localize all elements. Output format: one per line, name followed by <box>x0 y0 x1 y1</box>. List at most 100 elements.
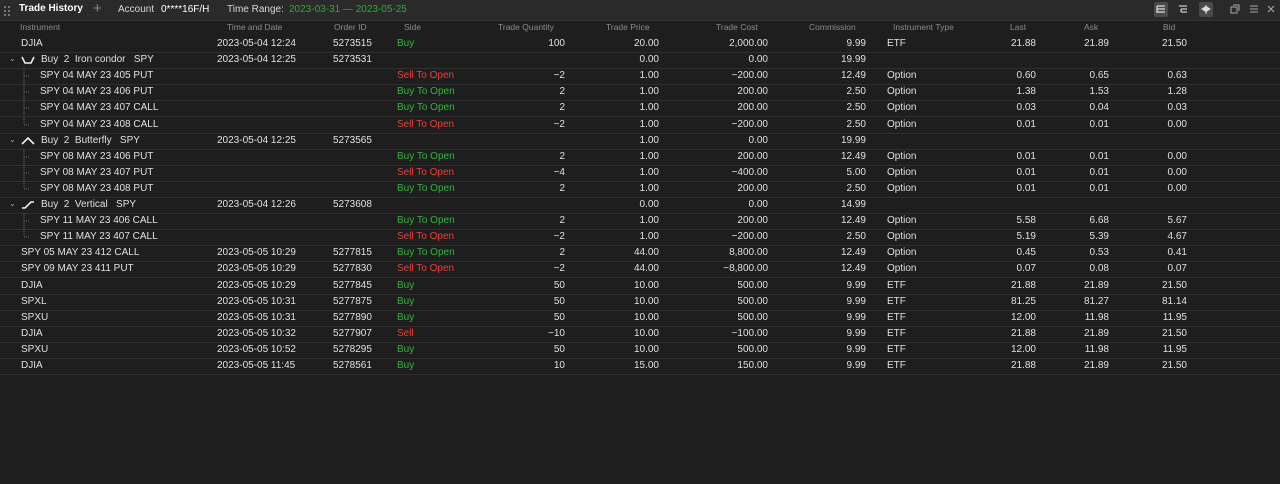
cell-type: Option <box>887 263 917 275</box>
cell-bid: 0.00 <box>1167 118 1187 130</box>
col-side[interactable]: Side <box>404 22 421 32</box>
close-icon[interactable] <box>1264 2 1278 17</box>
table-row[interactable]: SPXU 2023-05-05 10:52 5278295 Buy 50 10.00 500… <box>0 342 1280 359</box>
leg-row[interactable]: SPY 08 MAY 23 406 PUT Buy To Open 2 1.00 200… <box>0 148 1280 166</box>
table-row[interactable]: SPY 05 MAY 23 412 CALL 2023-05-05 10:29 52… <box>0 245 1280 263</box>
cell-bid: 81.14 <box>1161 295 1187 307</box>
cell-last: 0.45 <box>1016 247 1036 259</box>
cell-commission: 12.49 <box>840 70 866 82</box>
col-trade-price[interactable]: Trade Price <box>606 22 650 32</box>
cell-price: 20.00 <box>633 38 659 49</box>
cell-price: 10.00 <box>633 311 659 323</box>
cell-type: Option <box>887 86 917 98</box>
leg-row[interactable]: SPY 04 MAY 23 407 CALL Buy To Open 2 1.00 20… <box>0 100 1280 118</box>
column-header-row: Instrument Time and Date Order ID Side T… <box>0 21 1280 35</box>
tree-connector <box>23 213 30 230</box>
cell-order: 5277875 <box>333 295 372 307</box>
add-tab-icon[interactable]: + <box>93 0 102 18</box>
strategy-row[interactable]: Buy 2 Iron condor SPY ⌄ 2023-05-04 12:25 52… <box>0 52 1280 70</box>
col-instrument-type[interactable]: Instrument Type <box>893 22 954 32</box>
chevron-down-icon[interactable]: ⌄ <box>9 199 16 208</box>
panel-title[interactable]: Trade History <box>19 3 83 14</box>
col-time[interactable]: Time and Date <box>227 22 282 32</box>
cell-last: 0.60 <box>1016 70 1036 82</box>
chevron-down-icon[interactable]: ⌄ <box>9 54 16 63</box>
chevron-down-icon[interactable]: ⌄ <box>9 135 16 144</box>
col-trade-cost[interactable]: Trade Cost <box>716 22 758 32</box>
cell-instrument: SPY 08 MAY 23 406 PUT <box>40 150 154 162</box>
cell-order: 5277890 <box>333 311 372 323</box>
leg-row[interactable]: SPY 04 MAY 23 406 PUT Buy To Open 2 1.00 200… <box>0 84 1280 102</box>
cell-instrument: SPY 11 MAY 23 407 CALL <box>40 231 158 243</box>
table-row[interactable]: DJIA 2023-05-05 10:29 5277845 Buy 50 10.00 500… <box>0 278 1280 295</box>
menu-icon[interactable] <box>1247 2 1261 17</box>
cell-price: 0.00 <box>639 54 659 66</box>
cell-cost: 150.00 <box>737 360 768 371</box>
cell-commission: 9.99 <box>846 327 866 339</box>
col-instrument[interactable]: Instrument <box>20 22 60 32</box>
account-selector[interactable]: 0****16F/H <box>161 4 209 15</box>
cell-cost: −400.00 <box>731 166 768 178</box>
cell-last: 0.01 <box>1016 118 1036 130</box>
cell-cost: 500.00 <box>737 311 768 323</box>
list-view-icon[interactable] <box>1154 2 1168 17</box>
table-row[interactable]: DJIA 2023-05-04 12:24 5273515 Buy 100 20.00 2,… <box>0 36 1280 53</box>
leg-row[interactable]: SPY 11 MAY 23 407 CALL Sell To Open −2 1.00… <box>0 229 1280 247</box>
col-trade-quantity[interactable]: Trade Quantity <box>498 22 554 32</box>
cell-cost: 200.00 <box>737 182 768 194</box>
col-last[interactable]: Last <box>1010 22 1026 32</box>
table-row[interactable]: SPXL 2023-05-05 10:31 5277875 Buy 50 10.00 500… <box>0 294 1280 311</box>
cell-last: 5.19 <box>1016 231 1036 243</box>
cell-cost: 200.00 <box>737 150 768 162</box>
cell-type: ETF <box>887 327 906 339</box>
cell-side: Buy <box>397 311 415 323</box>
strategy-row[interactable]: Buy 2 Vertical SPY ⌄ 2023-05-04 12:26 52736… <box>0 197 1280 214</box>
cell-ask: 0.01 <box>1089 182 1109 194</box>
col-ask[interactable]: Ask <box>1084 22 1098 32</box>
cell-side: Buy To Open <box>397 150 455 162</box>
leg-row[interactable]: SPY 08 MAY 23 408 PUT Buy To Open 2 1.00 200… <box>0 180 1280 198</box>
cell-time: 2023-05-05 11:45 <box>217 360 296 371</box>
cell-instrument: SPY 05 MAY 23 412 CALL <box>21 247 140 259</box>
cell-instrument: Buy 2 Vertical SPY <box>41 199 137 210</box>
filter-view-icon[interactable] <box>1176 2 1190 17</box>
link-icon[interactable] <box>1199 2 1213 17</box>
cell-instrument: SPXL <box>21 295 47 307</box>
tree-connector <box>23 180 30 190</box>
cell-instrument: SPY 04 MAY 23 405 PUT <box>40 70 154 82</box>
table-row[interactable]: SPY 09 MAY 23 411 PUT 2023-05-05 10:29 527… <box>0 261 1280 279</box>
table-row[interactable]: DJIA 2023-05-05 11:45 5278561 Buy 10 15.00 150… <box>0 358 1280 375</box>
leg-row[interactable]: SPY 04 MAY 23 405 PUT Sell To Open −2 1.00 −… <box>0 68 1280 86</box>
leg-row[interactable]: SPY 11 MAY 23 406 CALL Buy To Open 2 1.00 20… <box>0 213 1280 231</box>
cell-order: 5273565 <box>333 134 372 146</box>
table-row[interactable]: DJIA 2023-05-05 10:32 5277907 Sell −10 10.00 −… <box>0 326 1280 343</box>
cell-ask: 0.53 <box>1089 247 1109 259</box>
vertical-icon <box>22 201 34 209</box>
time-range-selector[interactable]: 2023-03-31 — 2023-05-25 <box>289 4 407 15</box>
cell-last: 5.58 <box>1016 215 1036 227</box>
tree-connector <box>23 148 30 165</box>
cell-bid: 0.00 <box>1167 182 1187 194</box>
strategy-row[interactable]: Buy 2 Butterfly SPY ⌄ 2023-05-04 12:25 5273… <box>0 133 1280 150</box>
cell-instrument: SPXU <box>21 343 49 355</box>
col-order-id[interactable]: Order ID <box>334 22 367 32</box>
leg-row[interactable]: SPY 04 MAY 23 408 CALL Sell To Open −2 1.00… <box>0 116 1280 134</box>
cell-order: 5277815 <box>333 247 372 259</box>
cell-price: 1.00 <box>639 118 659 130</box>
cell-instrument: SPY 04 MAY 23 408 CALL <box>40 118 159 130</box>
table-row[interactable]: SPXU 2023-05-05 10:31 5277890 Buy 50 10.00 500… <box>0 310 1280 327</box>
cell-bid: 0.07 <box>1167 263 1187 275</box>
leg-row[interactable]: SPY 08 MAY 23 407 PUT Sell To Open −4 1.00 −… <box>0 164 1280 182</box>
cell-side: Buy To Open <box>397 182 455 194</box>
cell-commission: 2.50 <box>846 231 866 243</box>
cell-bid: 11.95 <box>1162 311 1187 323</box>
cell-commission: 12.49 <box>840 263 866 275</box>
cell-commission: 19.99 <box>840 134 866 146</box>
cell-ask: 81.27 <box>1083 295 1109 307</box>
popout-icon[interactable] <box>1228 2 1242 17</box>
cell-price: 44.00 <box>633 247 659 259</box>
col-bid[interactable]: Bid <box>1163 22 1175 32</box>
col-commission[interactable]: Commission <box>809 22 856 32</box>
cell-ask: 0.04 <box>1089 102 1109 114</box>
drag-handle-icon[interactable] <box>4 6 10 16</box>
